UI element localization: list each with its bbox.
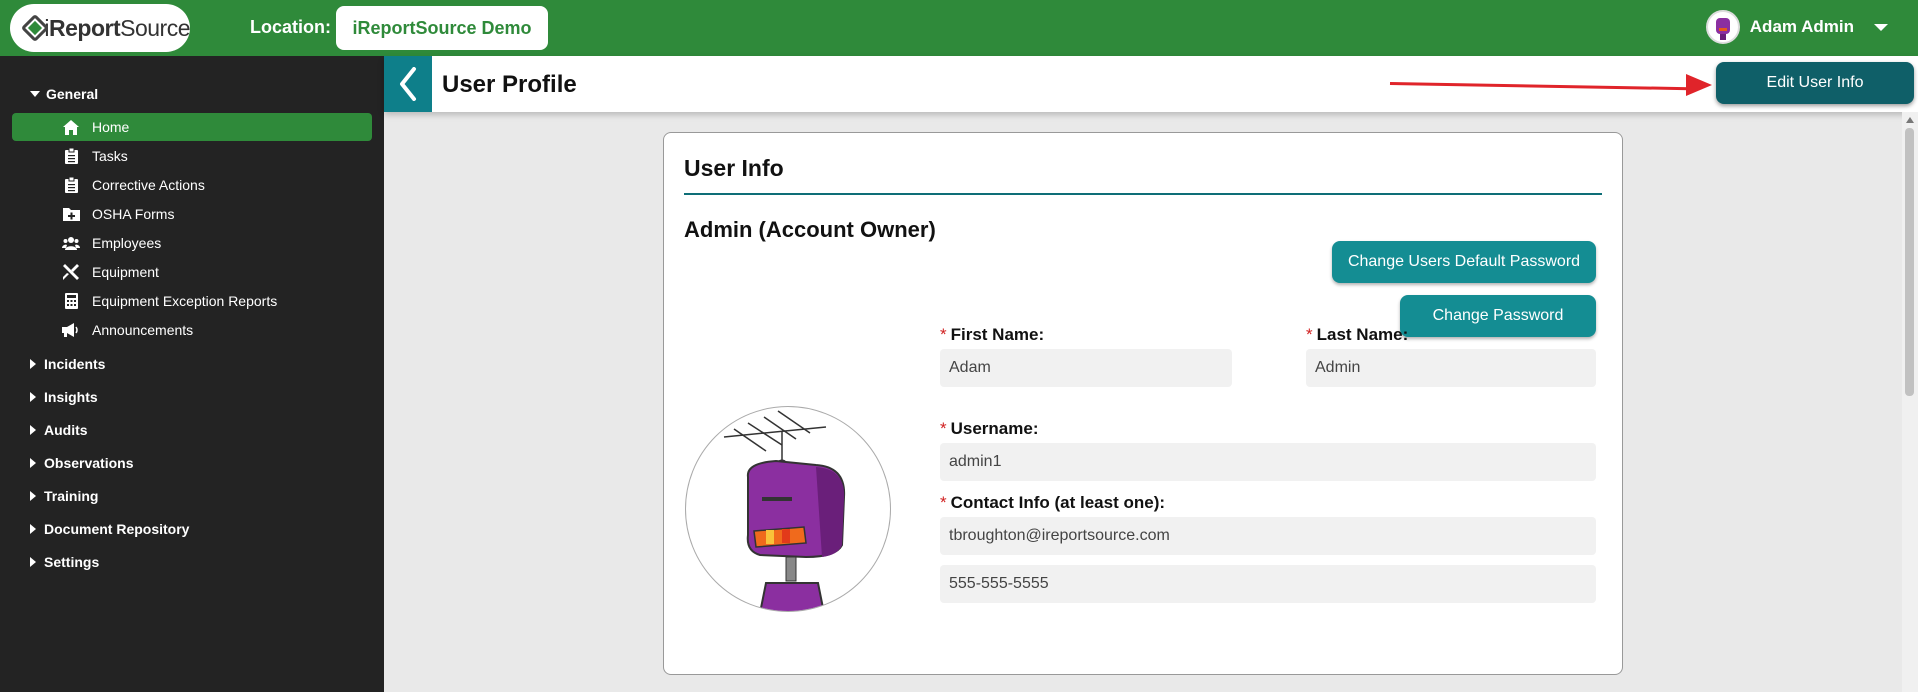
change-password-button[interactable]: Change Password — [1400, 295, 1596, 337]
caret-right-icon — [30, 359, 36, 369]
user-heading: Admin (Account Owner) — [684, 217, 936, 242]
caret-down-icon — [30, 91, 40, 97]
users-icon — [62, 234, 80, 252]
last-name-label: * Last Name: — [1306, 325, 1409, 344]
sidebar-item-equipment[interactable]: Equipment — [12, 258, 372, 286]
caret-right-icon — [30, 557, 36, 567]
annotation-arrow-head — [1686, 74, 1712, 96]
page-title: User Profile — [442, 71, 577, 98]
user-info-card: User Info Admin (Account Owner) Change U… — [663, 132, 1623, 675]
required-mark: * — [940, 325, 947, 344]
back-button[interactable] — [384, 56, 432, 112]
chevron-left-icon — [400, 67, 416, 101]
caret-right-icon — [30, 524, 36, 534]
sidebar-item-tasks[interactable]: Tasks — [12, 142, 372, 170]
card-divider — [684, 193, 1602, 195]
required-mark: * — [1306, 325, 1313, 344]
location-selector[interactable]: iReportSource Demo — [336, 6, 548, 50]
sidebar-item-equipment-exception-reports[interactable]: Equipment Exception Reports — [12, 287, 372, 315]
scroll-up-icon[interactable] — [1906, 117, 1914, 123]
sidebar-section-incidents[interactable]: Incidents — [30, 356, 105, 372]
card-title: User Info — [684, 155, 784, 181]
sidebar-item-employees[interactable]: Employees — [12, 229, 372, 257]
sidebar-section-training[interactable]: Training — [30, 488, 98, 504]
home-icon — [62, 118, 80, 136]
username-label: * Username: — [940, 419, 1039, 438]
required-mark: * — [940, 419, 947, 438]
logo-bold: Report — [49, 14, 121, 41]
tools-icon — [62, 263, 80, 281]
logo-mark-icon — [20, 13, 50, 43]
user-name: Adam Admin — [1749, 17, 1854, 36]
chevron-down-icon — [1874, 23, 1888, 31]
sidebar-item-osha-forms[interactable]: OSHA Forms — [12, 200, 372, 228]
caret-right-icon — [30, 392, 36, 402]
sidebar-item-corrective-actions[interactable]: Corrective Actions — [12, 171, 372, 199]
sidebar: General Home Tasks Corrective Actions OS… — [0, 56, 384, 692]
calculator-icon — [62, 292, 80, 310]
sidebar-item-announcements[interactable]: Announcements — [12, 316, 372, 344]
app-logo[interactable]: iReportSource — [10, 4, 190, 52]
caret-right-icon — [30, 425, 36, 435]
caret-right-icon — [30, 458, 36, 468]
user-menu[interactable]: Adam Admin — [1705, 10, 1888, 44]
first-name-field[interactable] — [940, 349, 1232, 387]
sidebar-section-audits[interactable]: Audits — [30, 422, 88, 438]
phone-field[interactable] — [940, 565, 1596, 603]
change-default-password-button[interactable]: Change Users Default Password — [1332, 241, 1596, 283]
caret-right-icon — [30, 491, 36, 501]
scrollbar[interactable] — [1902, 112, 1918, 692]
username-field[interactable] — [940, 443, 1596, 481]
contact-info-label: * Contact Info (at least one): — [940, 493, 1166, 512]
sidebar-section-observations[interactable]: Observations — [30, 455, 133, 471]
location-label: Location: — [250, 17, 331, 37]
last-name-field[interactable] — [1306, 349, 1596, 387]
required-mark: * — [940, 493, 947, 512]
profile-avatar — [685, 406, 891, 612]
edit-user-info-button[interactable]: Edit User Info — [1716, 62, 1914, 104]
clipboard-icon — [62, 176, 80, 194]
email-field[interactable] — [940, 517, 1596, 555]
scrollbar-thumb[interactable] — [1905, 128, 1914, 396]
sidebar-item-home[interactable]: Home — [12, 113, 372, 141]
top-bar: iReportSource Location: iReportSource De… — [0, 0, 1918, 56]
clipboard-icon — [62, 147, 80, 165]
sidebar-section-insights[interactable]: Insights — [30, 389, 98, 405]
user-avatar — [1705, 10, 1740, 44]
folder-plus-icon — [62, 205, 80, 223]
sidebar-section-general[interactable]: General — [30, 86, 98, 102]
sidebar-section-settings[interactable]: Settings — [30, 554, 99, 570]
first-name-label: * First Name: — [940, 325, 1045, 344]
megaphone-icon — [62, 321, 80, 339]
logo-rest: Source — [120, 14, 190, 41]
sidebar-section-document-repository[interactable]: Document Repository — [30, 521, 189, 537]
